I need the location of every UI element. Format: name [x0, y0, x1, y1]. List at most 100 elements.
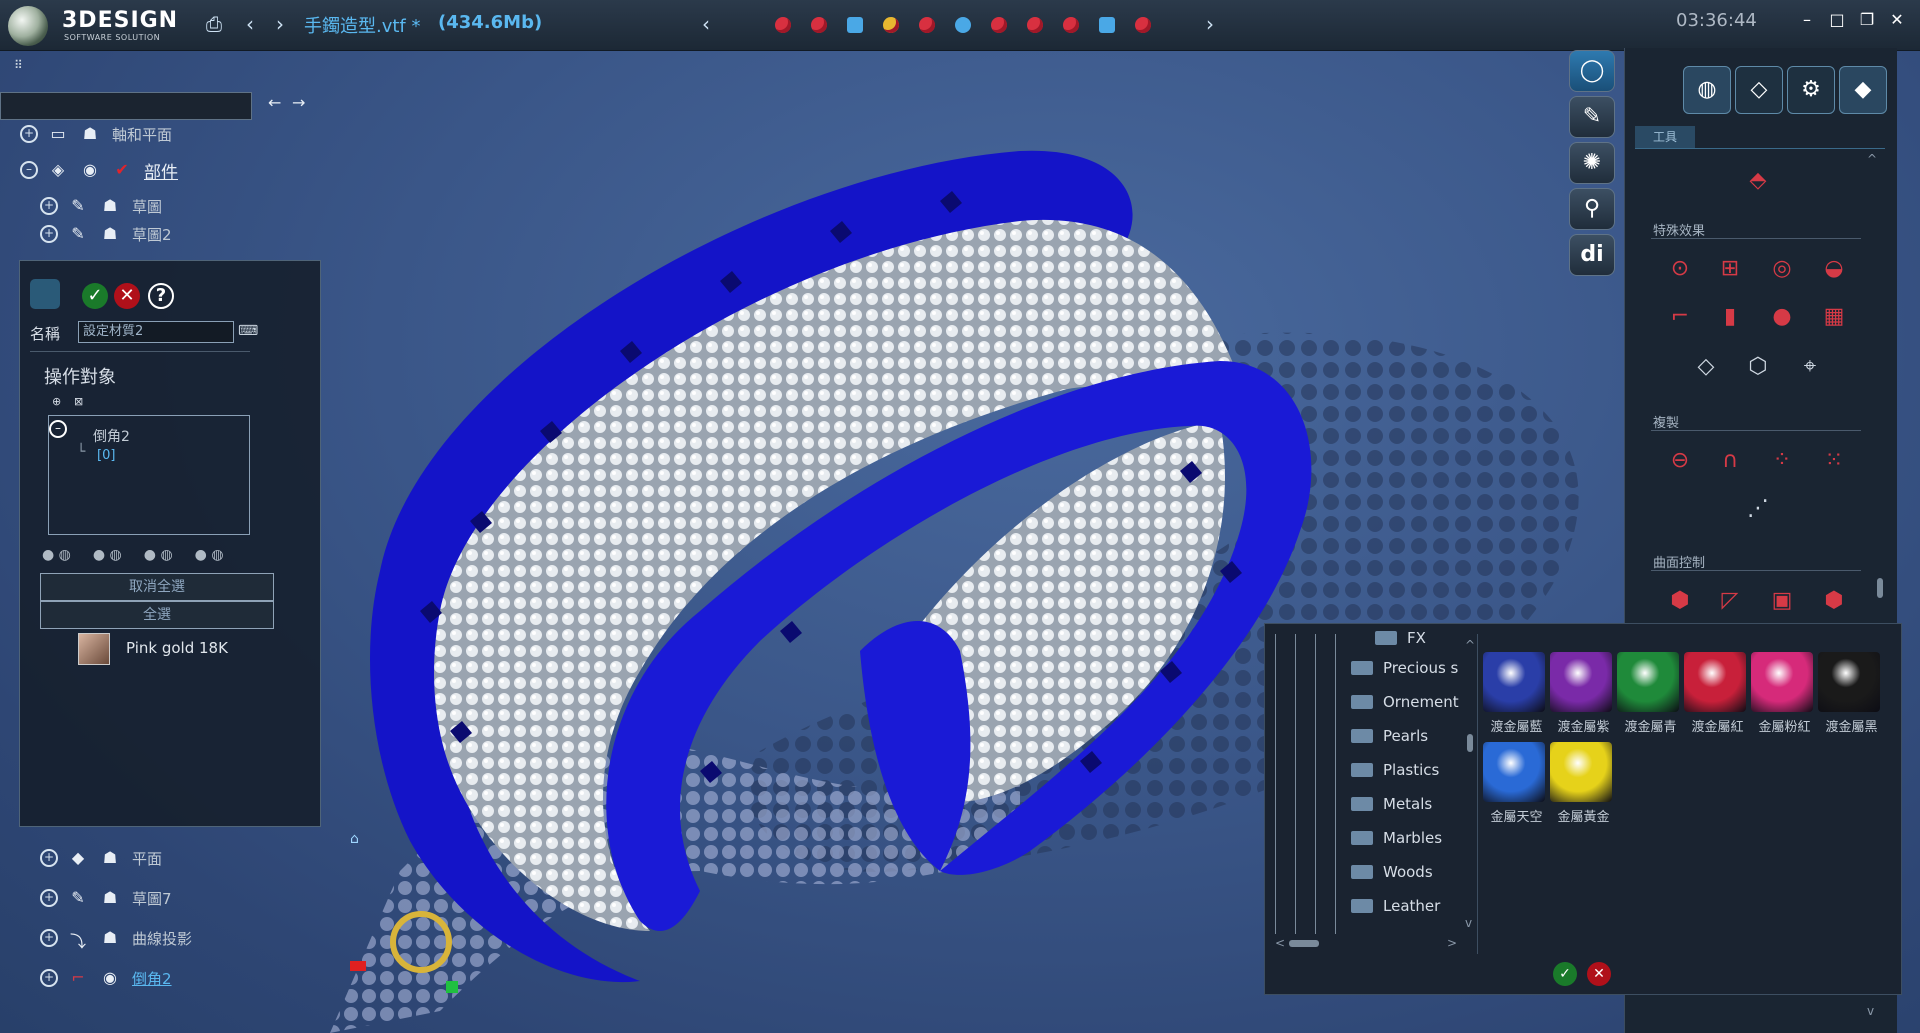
- quick-ring-icon[interactable]: [768, 10, 798, 40]
- cylinder-icon[interactable]: ▮: [1715, 302, 1745, 332]
- name-input[interactable]: 設定材質2: [78, 321, 234, 343]
- expand-icon[interactable]: +: [40, 929, 58, 947]
- di-mode-icon[interactable]: di: [1569, 234, 1615, 276]
- folder-plastics[interactable]: Plastics: [1351, 756, 1439, 784]
- scroll-down-icon[interactable]: v: [1867, 1004, 1874, 1018]
- circular-array-icon[interactable]: ⁙: [1819, 446, 1849, 476]
- expand-icon[interactable]: +: [40, 969, 58, 987]
- curve-array-icon[interactable]: ⋰: [1743, 494, 1773, 524]
- scroll-down-icon[interactable]: v: [1465, 916, 1472, 930]
- select-all-button[interactable]: 全選: [40, 601, 274, 629]
- collapse-icon[interactable]: –: [20, 161, 38, 179]
- engrave-icon[interactable]: ◎: [1767, 254, 1797, 284]
- polyhedron-icon[interactable]: ⬡: [1743, 352, 1773, 382]
- material-swatch[interactable]: [1751, 652, 1813, 712]
- remove-target-icon[interactable]: ⊠: [74, 395, 83, 408]
- tree-item-part[interactable]: – ◈ ◉ ✔ 部件: [20, 148, 178, 192]
- color-mix-icon[interactable]: ●: [1767, 302, 1797, 332]
- scroll-left-icon[interactable]: <: [1275, 936, 1285, 950]
- material-swatch[interactable]: [1818, 652, 1880, 712]
- mode-radio-icon[interactable]: ● ◍: [93, 547, 122, 563]
- material-swatch[interactable]: [1684, 652, 1746, 712]
- ghost-visibility-icon[interactable]: ☗: [100, 888, 120, 908]
- expand-icon[interactable]: +: [40, 889, 58, 907]
- tree-search-input[interactable]: [0, 92, 252, 120]
- folder-woods[interactable]: Woods: [1351, 858, 1433, 886]
- minimize-icon[interactable]: –: [1795, 8, 1819, 32]
- tab-tools[interactable]: 工具: [1635, 126, 1695, 148]
- eye-icon[interactable]: ◉: [100, 968, 120, 988]
- settings-tab-icon[interactable]: ⚙: [1787, 66, 1835, 114]
- fillet-tool-icon[interactable]: ⌐: [1665, 302, 1695, 332]
- material-swatch[interactable]: [1483, 742, 1545, 802]
- shapes-tab-icon[interactable]: ◍: [1683, 66, 1731, 114]
- texture-icon[interactable]: ▦: [1819, 302, 1849, 332]
- quick-drop-icon[interactable]: [948, 10, 978, 40]
- material-assign-icon[interactable]: ⬘: [1743, 166, 1773, 196]
- quick-boolean-icon[interactable]: [1056, 10, 1086, 40]
- tree-back-icon[interactable]: ←: [268, 93, 281, 112]
- material-swatch[interactable]: [1550, 742, 1612, 802]
- expand-icon[interactable]: +: [40, 197, 58, 215]
- confirm-icon[interactable]: ✓: [82, 283, 108, 309]
- quick-material-icon[interactable]: [876, 10, 906, 40]
- back-arrow-icon[interactable]: ‹: [246, 12, 254, 36]
- surface-deform-icon[interactable]: ⬢: [1819, 586, 1849, 616]
- target-item[interactable]: [0]: [97, 448, 115, 463]
- help-icon[interactable]: ?: [148, 283, 174, 309]
- cancel-icon[interactable]: ✕: [114, 283, 140, 309]
- folder-pearls[interactable]: Pearls: [1351, 722, 1428, 750]
- scrollbar-thumb[interactable]: [1877, 578, 1883, 598]
- tree-item-sketch2[interactable]: + ✎ ☗ 草圖2: [20, 220, 178, 248]
- folder-fx[interactable]: FX: [1375, 624, 1426, 652]
- toolbar-prev-icon[interactable]: ‹: [702, 12, 710, 36]
- revolve-copy-icon[interactable]: ∩: [1715, 446, 1745, 476]
- toolbar-next-icon[interactable]: ›: [1206, 12, 1214, 36]
- folder-marbles[interactable]: Marbles: [1351, 824, 1442, 852]
- scroll-up-icon[interactable]: ^: [1867, 152, 1877, 166]
- morph-icon[interactable]: ◇: [1691, 352, 1721, 382]
- mesh-mode-icon[interactable]: ✺: [1569, 142, 1615, 184]
- grid-array-icon[interactable]: ⁘: [1767, 446, 1797, 476]
- quick-gem-icon[interactable]: [840, 10, 870, 40]
- save-icon[interactable]: ⎙: [206, 12, 222, 36]
- panel-grip-icon[interactable]: ⠿: [14, 58, 23, 72]
- folder-ornement[interactable]: Ornement: [1351, 688, 1459, 716]
- folder-precious[interactable]: Precious s: [1351, 654, 1458, 682]
- tree-item-sketch[interactable]: + ✎ ☗ 草圖: [20, 192, 178, 220]
- tree-item-fillet2[interactable]: + ⌐ ◉ 倒角2: [40, 958, 192, 998]
- deselect-all-button[interactable]: 取消全選: [40, 573, 274, 601]
- confirm-icon[interactable]: ✓: [1553, 962, 1577, 986]
- quick-sweep-icon[interactable]: [804, 10, 834, 40]
- tree-forward-icon[interactable]: →: [292, 93, 305, 112]
- expand-icon[interactable]: +: [40, 225, 58, 243]
- ghost-visibility-icon[interactable]: ☗: [100, 928, 120, 948]
- target-item[interactable]: 倒角2: [93, 426, 130, 446]
- ghost-visibility-icon[interactable]: ☗: [100, 224, 120, 244]
- sketch-mode-icon[interactable]: ✎: [1569, 96, 1615, 138]
- material-swatch[interactable]: [1617, 652, 1679, 712]
- forward-arrow-icon[interactable]: ›: [276, 12, 284, 36]
- ring-mode-icon[interactable]: ◯: [1569, 50, 1615, 92]
- quick-box-icon[interactable]: [1092, 10, 1122, 40]
- mode-radio-icon[interactable]: ● ◍: [144, 547, 173, 563]
- horizontal-scrollbar-thumb[interactable]: [1289, 940, 1319, 947]
- quick-cluster-icon[interactable]: [1128, 10, 1158, 40]
- target-list[interactable]: – 倒角2 └ [0]: [48, 415, 250, 535]
- material-tab-icon[interactable]: ◆: [1839, 66, 1887, 114]
- cancel-icon[interactable]: ✕: [1587, 962, 1611, 986]
- surface-box-icon[interactable]: ⬢: [1665, 586, 1695, 616]
- tree-item-sketch7[interactable]: + ✎ ☗ 草圖7: [40, 878, 192, 918]
- eye-icon[interactable]: ◉: [80, 160, 100, 180]
- tree-item-axes[interactable]: + ▭ ☗ 軸和平面: [20, 120, 178, 148]
- home-view-icon[interactable]: ⌂: [350, 831, 359, 847]
- expand-icon[interactable]: +: [20, 125, 38, 143]
- material-swatch[interactable]: [1483, 652, 1545, 712]
- view-orientation-gizmo[interactable]: ⌂: [350, 831, 490, 1001]
- tree-item-projection[interactable]: + ⤵ ☗ 曲線投影: [40, 918, 192, 958]
- ghost-visibility-icon[interactable]: ☗: [100, 196, 120, 216]
- scrollbar-thumb[interactable]: [1467, 734, 1473, 752]
- add-target-icon[interactable]: ⊕: [52, 395, 61, 408]
- mode-radio-icon[interactable]: ● ◍: [195, 547, 224, 563]
- keyboard-icon[interactable]: ⌨: [238, 323, 258, 339]
